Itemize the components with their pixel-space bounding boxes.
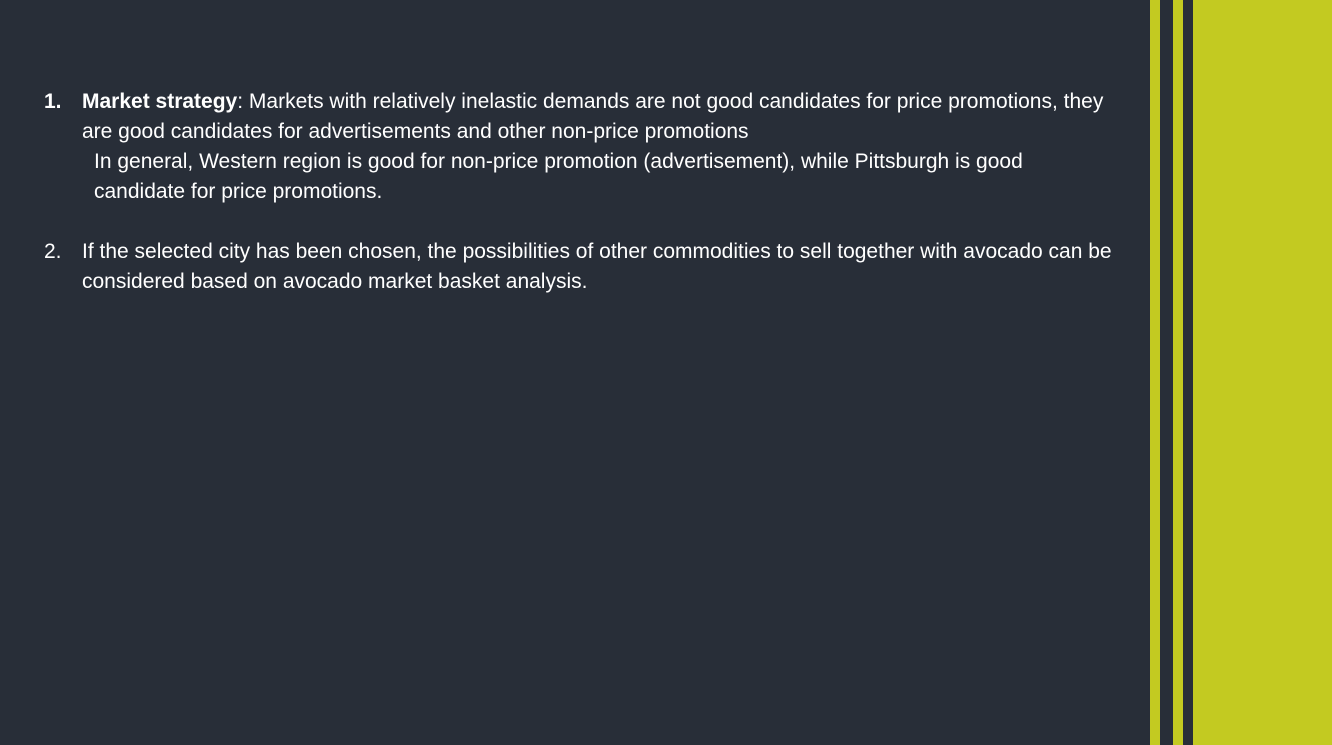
list-number: 2. [44,240,62,263]
accent-panel [1193,0,1332,745]
slide: 1. Market strategy: Markets with relativ… [0,0,1332,745]
slide-body: 1. Market strategy: Markets with relativ… [44,87,1114,297]
accent-stripe [1173,0,1183,745]
item-note: In general, Western region is good for n… [94,150,1023,203]
item-text: If the selected city has been chosen, th… [82,240,1112,293]
bold-term: Market strategy [82,90,238,113]
list-item: 2. If the selected city has been chosen,… [44,237,1114,297]
list-number: 1. [44,90,62,113]
accent-stripe [1150,0,1160,745]
list-item: 1. Market strategy: Markets with relativ… [44,87,1114,207]
